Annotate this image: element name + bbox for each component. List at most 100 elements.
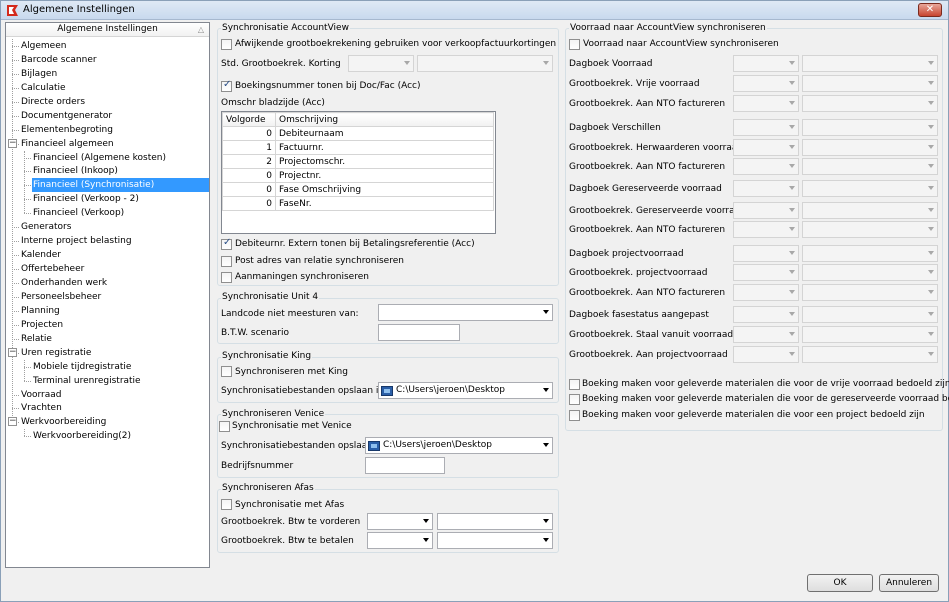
omschrijving-cell[interactable]: Debiteurnaam xyxy=(275,126,494,141)
voorraad-select-1[interactable] xyxy=(733,119,799,136)
voorraad-select-1[interactable] xyxy=(733,95,799,112)
landcode-select[interactable] xyxy=(378,304,553,321)
tree-item[interactable]: Documentgenerator xyxy=(20,109,114,123)
tree-item[interactable]: Financieel (Synchronisatie) xyxy=(32,178,209,193)
tree-header[interactable]: Algemene Instellingen △ xyxy=(6,23,209,37)
tree-item[interactable]: Werkvoorbereiding(2) xyxy=(32,429,133,443)
voorraad-select-1[interactable] xyxy=(733,55,799,72)
voorraad-select-1[interactable] xyxy=(733,221,799,238)
table-row[interactable]: 0 FaseNr. xyxy=(222,196,494,211)
venice-sync-checkbox[interactable] xyxy=(219,421,230,432)
tree-item[interactable]: Offertebeheer xyxy=(20,262,86,276)
voorraad-select-2[interactable] xyxy=(802,326,938,343)
bedrijfsnummer-input[interactable] xyxy=(365,457,445,474)
table-row[interactable]: 0 Projectnr. xyxy=(222,168,494,183)
tree-item[interactable]: Generators xyxy=(20,220,73,234)
btw-betalen-select-1[interactable] xyxy=(367,532,433,549)
voorraad-select-2[interactable] xyxy=(802,346,938,363)
tree-item[interactable]: Mobiele tijdregistratie xyxy=(32,360,133,374)
voorraad-select-2[interactable] xyxy=(802,264,938,281)
btw-betalen-select-2[interactable] xyxy=(437,532,553,549)
voorraad-select-2[interactable] xyxy=(802,202,938,219)
volgorde-cell[interactable]: 0 xyxy=(222,196,276,211)
table-row[interactable]: 0 Debiteurnaam xyxy=(222,126,494,141)
tree-item[interactable]: Werkvoorbereiding xyxy=(20,415,108,429)
voorraad-select-1[interactable] xyxy=(733,202,799,219)
voorraad-select-1[interactable] xyxy=(733,326,799,343)
debiteurnr-checkbox[interactable] xyxy=(221,237,232,250)
tree-item[interactable]: Terminal urenregistratie xyxy=(32,374,143,388)
post-adres-checkbox[interactable] xyxy=(221,256,232,267)
tree-item[interactable]: Projecten xyxy=(20,318,65,332)
tree-item[interactable]: Planning xyxy=(20,304,62,318)
collapse-icon[interactable]: − xyxy=(8,417,17,427)
ok-button[interactable]: OK xyxy=(807,574,873,592)
voorraad-select-2[interactable] xyxy=(802,55,938,72)
cancel-button[interactable]: Annuleren xyxy=(879,574,939,592)
omschrijving-cell[interactable]: Projectomschr. xyxy=(275,154,494,169)
tree-item[interactable]: Directe orders xyxy=(20,95,87,109)
tree-item[interactable]: Financieel (Verkoop - 2) xyxy=(32,192,141,206)
table-row[interactable]: 1 Factuurnr. xyxy=(222,140,494,155)
tree-item[interactable]: Financieel algemeen xyxy=(20,137,116,151)
aanmaningen-checkbox[interactable] xyxy=(221,272,232,283)
omschrijving-cell[interactable]: FaseNr. xyxy=(275,196,494,211)
btw-vorderen-select-2[interactable] xyxy=(437,513,553,530)
tree-item[interactable]: Interne project belasting xyxy=(20,234,134,248)
volgorde-cell[interactable]: 0 xyxy=(222,182,276,197)
table-row[interactable]: 0 Fase Omschrijving xyxy=(222,182,494,197)
voorraad-select-2[interactable] xyxy=(802,221,938,238)
voorraad-select-2[interactable] xyxy=(802,95,938,112)
omschrijving-cell[interactable]: Fase Omschrijving xyxy=(275,182,494,197)
venice-path-select[interactable]: C:\Users\jeroen\Desktop xyxy=(365,437,553,454)
korting-select-1[interactable] xyxy=(348,55,414,72)
voorraad-select-1[interactable] xyxy=(733,306,799,323)
boeking-checkbox[interactable] xyxy=(569,410,580,421)
voorraad-select-2[interactable] xyxy=(802,158,938,175)
table-row[interactable]: 2 Projectomschr. xyxy=(222,154,494,169)
afwijkende-checkbox[interactable] xyxy=(221,39,232,50)
grid-header-omschrijving[interactable]: Omschrijving xyxy=(275,112,494,127)
volgorde-cell[interactable]: 0 xyxy=(222,126,276,141)
tree-item[interactable]: Elementenbegroting xyxy=(20,123,115,137)
korting-select-2[interactable] xyxy=(417,55,553,72)
voorraad-select-1[interactable] xyxy=(733,158,799,175)
tree-item[interactable]: Algemeen xyxy=(20,39,68,53)
tree-item[interactable]: Voorraad xyxy=(20,388,63,402)
afas-sync-checkbox[interactable] xyxy=(221,499,232,510)
tree-item[interactable]: Onderhanden werk xyxy=(20,276,109,290)
boeking-checkbox[interactable] xyxy=(569,379,580,390)
collapse-icon[interactable]: − xyxy=(8,347,17,357)
volgorde-cell[interactable]: 2 xyxy=(222,154,276,169)
volgorde-cell[interactable]: 1 xyxy=(222,140,276,155)
collapse-icon[interactable]: − xyxy=(8,138,17,148)
tree-item[interactable]: Bijlagen xyxy=(20,67,59,81)
voorraad-select-1[interactable] xyxy=(733,180,799,197)
tree-item[interactable]: Financieel (Verkoop) xyxy=(32,206,126,220)
tree-item[interactable]: Calculatie xyxy=(20,81,68,95)
voorraad-select-1[interactable] xyxy=(733,264,799,281)
tree-item[interactable]: Barcode scanner xyxy=(20,53,99,67)
boeking-checkbox[interactable] xyxy=(569,394,580,405)
voorraad-select-2[interactable] xyxy=(802,284,938,301)
voorraad-select-1[interactable] xyxy=(733,284,799,301)
omschrijving-cell[interactable]: Factuurnr. xyxy=(275,140,494,155)
king-path-select[interactable]: C:\Users\jeroen\Desktop xyxy=(378,382,553,399)
voorraad-select-2[interactable] xyxy=(802,180,938,197)
voorraad-select-2[interactable] xyxy=(802,139,938,156)
grid-header-volgorde[interactable]: Volgorde xyxy=(222,112,276,127)
voorraad-sync-checkbox[interactable] xyxy=(569,39,580,50)
close-button[interactable]: ✕ xyxy=(918,3,942,17)
voorraad-select-1[interactable] xyxy=(733,245,799,262)
btw-vorderen-select-1[interactable] xyxy=(367,513,433,530)
tree-item[interactable]: Financieel (Inkoop) xyxy=(32,164,120,178)
tree-item[interactable]: Uren registratie xyxy=(20,346,93,360)
voorraad-select-2[interactable] xyxy=(802,75,938,92)
voorraad-select-2[interactable] xyxy=(802,119,938,136)
btw-scenario-input[interactable] xyxy=(378,324,460,341)
omschrijving-cell[interactable]: Projectnr. xyxy=(275,168,494,183)
king-sync-checkbox[interactable] xyxy=(221,366,232,377)
tree-item[interactable]: Personeelsbeheer xyxy=(20,290,103,304)
tree-item[interactable]: Kalender xyxy=(20,248,63,262)
boekingsnummer-checkbox[interactable] xyxy=(221,79,232,92)
